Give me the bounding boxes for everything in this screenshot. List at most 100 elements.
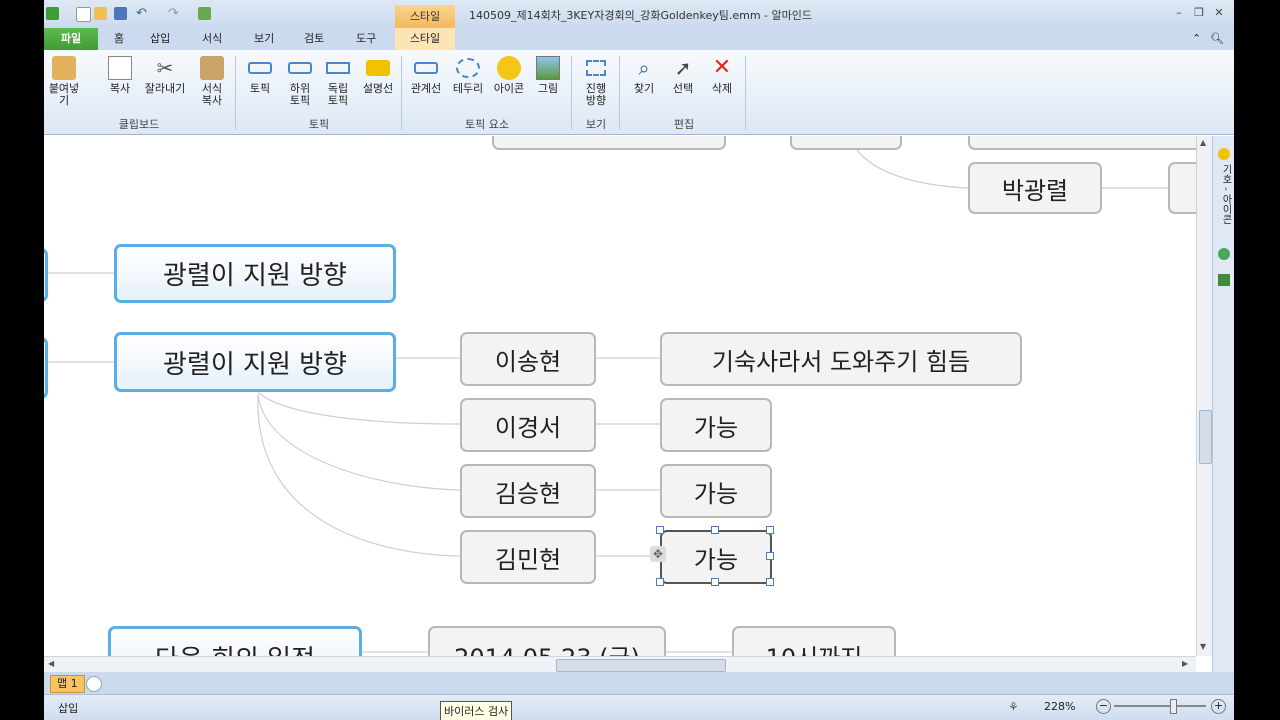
- subtopic-button[interactable]: 하위 토픽: [280, 56, 320, 107]
- boundary-button[interactable]: 테두리: [448, 56, 488, 95]
- format-painter-button[interactable]: 서식 복사: [192, 56, 232, 107]
- mindmap-node-answer[interactable]: 가능: [660, 398, 772, 452]
- window-title: 140509_제14회차_3KEY자경회의_강화Goldenkey팀.emm -…: [469, 9, 812, 22]
- title-bar: ↶ ↷ 스타일 140509_제14회차_3KEY자경회의_강화Goldenke…: [44, 0, 1234, 29]
- move-handle-icon[interactable]: ✥: [650, 546, 666, 562]
- paste-button[interactable]: 붙여넣기: [44, 56, 84, 107]
- add-sheet-icon[interactable]: [86, 676, 102, 692]
- zoom-slider-track[interactable]: [1114, 705, 1206, 707]
- vertical-scroll-thumb[interactable]: [1199, 410, 1212, 464]
- horizontal-scrollbar[interactable]: ◀ ▶: [44, 656, 1196, 673]
- mindmap-node-partial[interactable]: [492, 136, 726, 150]
- app-logo-icon[interactable]: [46, 7, 59, 20]
- zoom-in-button[interactable]: +: [1211, 699, 1226, 714]
- search-icon[interactable]: 🔍︎: [1210, 28, 1224, 50]
- mindmap-node-answer[interactable]: 기숙사라서 도와주기 힘듬: [660, 332, 1022, 386]
- delete-x-icon: ✕: [712, 55, 732, 80]
- new-file-icon[interactable]: [76, 7, 91, 22]
- mindmap-node-partial[interactable]: [44, 248, 48, 302]
- mindmap-node-person[interactable]: 김승현: [460, 464, 596, 518]
- mindmap-canvas[interactable]: 박광렬 광렬이 지원 방향 광렬이 지원 방향 이송현 이경서 김승현 김민현 …: [44, 136, 1196, 656]
- copy-button[interactable]: 복사: [100, 56, 140, 95]
- right-side-panel: 기호 - 아이콘: [1212, 136, 1234, 676]
- mindmap-node-date[interactable]: 2014.05.23 (금): [428, 626, 666, 656]
- selection-handle[interactable]: [656, 526, 664, 534]
- select-button[interactable]: ➚ 선택: [663, 56, 703, 95]
- icon-button[interactable]: 아이콘: [489, 56, 529, 95]
- relationship-icon: [414, 56, 438, 80]
- open-file-icon[interactable]: [94, 7, 107, 20]
- callout-button[interactable]: 설명선: [358, 56, 398, 95]
- direction-button[interactable]: 진행 방향: [576, 56, 616, 107]
- zoom-out-button[interactable]: −: [1096, 699, 1111, 714]
- minimize-button[interactable]: –: [1170, 5, 1188, 21]
- selection-handle[interactable]: [766, 526, 774, 534]
- mindmap-node-partial[interactable]: [44, 337, 48, 399]
- tab-review[interactable]: 검토: [304, 28, 324, 50]
- scroll-right-arrow-icon[interactable]: ▶: [1182, 659, 1188, 668]
- mindmap-node-top[interactable]: 박광렬: [968, 162, 1102, 214]
- scroll-down-arrow-icon[interactable]: ▼: [1200, 642, 1206, 651]
- book-icon[interactable]: [1218, 274, 1230, 286]
- mindmap-node-partial[interactable]: [968, 136, 1196, 150]
- tab-style[interactable]: 스타일: [395, 28, 455, 50]
- mindmap-node-person[interactable]: 김민현: [460, 530, 596, 584]
- mindmap-node-partial[interactable]: [1168, 162, 1196, 214]
- map-icon[interactable]: [198, 7, 211, 20]
- tab-tools[interactable]: 도구: [356, 28, 376, 50]
- mindmap-node-answer[interactable]: 가능: [660, 464, 772, 518]
- connector-line: [257, 393, 461, 491]
- side-panel-label[interactable]: 기호 - 아이콘: [1217, 164, 1231, 224]
- selection-handle[interactable]: [766, 578, 774, 586]
- cursor-icon: ➚: [674, 56, 692, 80]
- save-icon[interactable]: [114, 7, 127, 20]
- scroll-up-arrow-icon[interactable]: ▲: [1200, 138, 1206, 147]
- relationship-button[interactable]: 관계선: [406, 56, 446, 95]
- sheet-tab-1[interactable]: 맵 1: [50, 675, 85, 693]
- ribbon-tabs: 홈 삽입 서식 보기 검토 도구 ⌃ 🔍︎: [44, 28, 1234, 50]
- copy-icon: [108, 56, 132, 80]
- symbol-icon[interactable]: [1218, 148, 1230, 160]
- scroll-left-arrow-icon[interactable]: ◀: [48, 659, 54, 668]
- redo-icon[interactable]: ↷: [168, 7, 181, 20]
- file-tab[interactable]: 파일: [44, 28, 98, 50]
- selection-handle[interactable]: [711, 526, 719, 534]
- globe-icon[interactable]: [1218, 248, 1230, 260]
- delete-button[interactable]: ✕ 삭제: [702, 56, 742, 95]
- picture-button[interactable]: 그림: [528, 56, 568, 95]
- maximize-button[interactable]: ❐: [1190, 5, 1208, 21]
- tab-view[interactable]: 보기: [254, 28, 274, 50]
- mindmap-node-person[interactable]: 이경서: [460, 398, 596, 452]
- floating-topic-icon: [326, 56, 350, 80]
- tab-insert[interactable]: 삽입: [150, 28, 170, 50]
- smiley-icon: [497, 56, 521, 80]
- cut-button[interactable]: ✂ 잘라내기: [142, 56, 188, 95]
- selection-handle[interactable]: [711, 578, 719, 586]
- group-separator: [235, 56, 236, 130]
- scissors-icon: ✂: [156, 56, 174, 80]
- mindmap-main-topic-selected-branch[interactable]: 광렬이 지원 방향: [114, 332, 396, 392]
- close-button[interactable]: ✕: [1210, 5, 1228, 21]
- zoom-slider-thumb[interactable]: [1170, 699, 1177, 714]
- selection-handle[interactable]: [766, 552, 774, 560]
- horizontal-scroll-thumb[interactable]: [556, 659, 726, 672]
- selection-handle[interactable]: [656, 578, 664, 586]
- mindmap-node-answer-selected[interactable]: 가능: [660, 530, 772, 584]
- floating-topic-button[interactable]: 독립 토픽: [318, 56, 358, 107]
- tab-format[interactable]: 서식: [202, 28, 222, 50]
- mindmap-main-topic[interactable]: 다음 회의 일정: [108, 626, 362, 656]
- connector-line: [257, 391, 461, 425]
- tab-home[interactable]: 홈: [114, 28, 124, 50]
- topic-button[interactable]: 토픽: [240, 56, 280, 95]
- picture-icon: [536, 56, 560, 80]
- mindmap-node-partial[interactable]: [790, 136, 902, 150]
- find-button[interactable]: ⌕ 찾기: [624, 56, 664, 95]
- mindmap-main-topic[interactable]: 광렬이 지원 방향: [114, 244, 396, 303]
- app-window: ↶ ↷ 스타일 140509_제14회차_3KEY자경회의_강화Goldenke…: [44, 0, 1234, 720]
- mindmap-node-person[interactable]: 이송현: [460, 332, 596, 386]
- undo-icon[interactable]: ↶: [136, 7, 149, 20]
- mindmap-node-time[interactable]: 10시까지: [732, 626, 896, 656]
- fit-map-icon[interactable]: ⚘: [1008, 700, 1019, 714]
- help-icon[interactable]: ⌃: [1192, 28, 1201, 50]
- vertical-scrollbar[interactable]: ▲ ▼: [1196, 136, 1213, 656]
